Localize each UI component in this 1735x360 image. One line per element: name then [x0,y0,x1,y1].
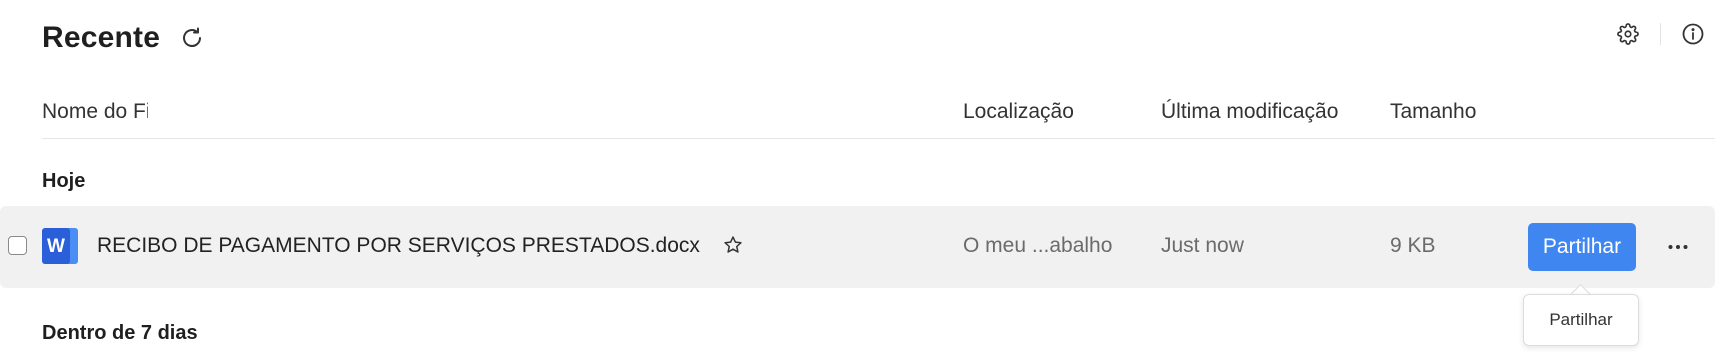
share-tooltip: Partilhar [1523,294,1639,346]
file-size: 9 KB [1390,234,1436,257]
word-icon-letter: W [47,236,65,257]
refresh-button[interactable] [178,24,206,52]
refresh-icon [183,27,202,47]
word-icon: W [42,228,78,264]
share-button[interactable]: Partilhar [1528,223,1636,271]
file-name[interactable]: RECIBO DE PAGAMENTO POR SERVIÇOS PRESTAD… [97,234,700,258]
info-icon [1682,23,1704,45]
info-button[interactable] [1675,16,1711,52]
favorite-button[interactable] [720,232,746,258]
row-checkbox[interactable] [8,236,27,255]
toolbar-divider [1660,23,1661,45]
gear-icon [1617,23,1639,45]
group-label-today: Hoje [42,170,86,192]
file-modified: Just now [1161,234,1244,257]
group-label-within-7-days: Dentro de 7 dias [42,322,198,344]
page-header: Recente [42,18,206,58]
column-header-modified[interactable]: Última modificação [1161,100,1338,124]
more-options-button[interactable] [1660,229,1696,265]
column-header-name[interactable]: Nome do Fi [42,100,148,124]
more-horizontal-icon [1668,245,1688,249]
page-title: Recente [42,21,161,54]
column-header-location[interactable]: Localização [963,100,1074,124]
star-icon [724,236,742,253]
column-headers: Nome do Fi Localização Última modificaçã… [42,92,1715,139]
column-header-size[interactable]: Tamanho [1390,100,1476,124]
table-row[interactable]: W RECIBO DE PAGAMENTO POR SERVIÇOS PREST… [0,206,1715,288]
settings-button[interactable] [1610,16,1646,52]
file-location: O meu ...abalho [963,234,1113,257]
top-right-actions [1610,16,1711,52]
